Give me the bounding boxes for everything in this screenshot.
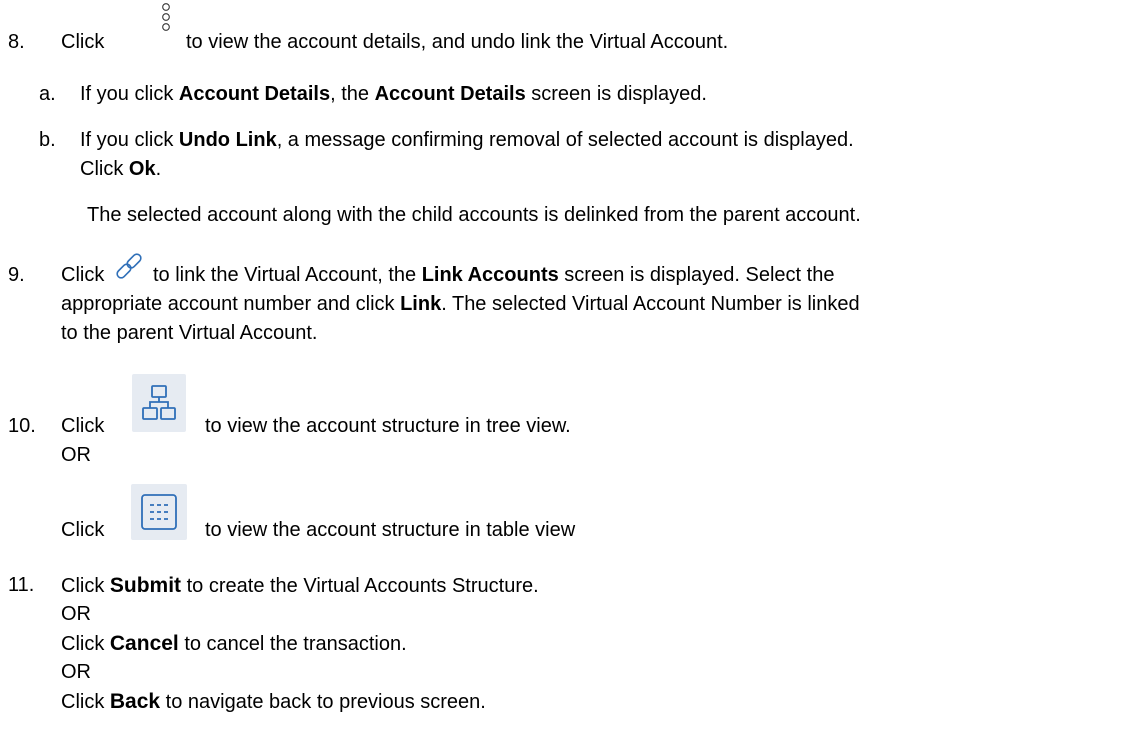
step-text: Click bbox=[61, 519, 105, 541]
bold-term: Link bbox=[400, 293, 442, 315]
or-text: OR bbox=[61, 661, 91, 683]
bold-term: Account Details bbox=[178, 83, 331, 105]
bold-term: Back bbox=[109, 690, 161, 713]
step-text: Click bbox=[61, 264, 105, 286]
step-text: Click bbox=[61, 415, 105, 437]
step-text: to view the account structure in tree vi… bbox=[205, 415, 571, 437]
bold-term: Ok bbox=[128, 158, 156, 180]
step-number: 9. bbox=[8, 264, 25, 286]
substep-marker: a. bbox=[39, 83, 56, 105]
step-text: Click Back to navigate back to previous … bbox=[61, 690, 486, 713]
or-text: OR bbox=[61, 603, 91, 625]
bold-term: Link Accounts bbox=[421, 264, 559, 286]
step-text: to view the account details, and undo li… bbox=[186, 31, 729, 53]
bold-term: Cancel bbox=[109, 632, 179, 655]
bold-term: Submit bbox=[109, 574, 182, 597]
step-text: to link the Virtual Account, the Link Ac… bbox=[153, 264, 835, 286]
step-text: appropriate account number and click Lin… bbox=[61, 293, 860, 315]
step-text: to the parent Virtual Account. bbox=[61, 322, 318, 344]
step-number: 11. bbox=[8, 574, 35, 596]
substep-b-text: If you click Undo Link, a message confir… bbox=[80, 129, 854, 151]
step-text: Click Cancel to cancel the transaction. bbox=[61, 632, 407, 655]
step-number: 8. bbox=[8, 31, 25, 53]
document-page: 8. Click to view the account details, an… bbox=[0, 0, 1136, 734]
step-text: to view the account structure in table v… bbox=[205, 519, 576, 541]
step-number: 10. bbox=[8, 415, 36, 437]
step-text: Click bbox=[61, 31, 105, 53]
tree-view-icon bbox=[132, 374, 186, 432]
or-text: OR bbox=[61, 444, 91, 466]
step-text: Click Submit to create the Virtual Accou… bbox=[61, 574, 539, 597]
bold-term: Account Details bbox=[374, 83, 526, 105]
bold-term: Undo Link bbox=[178, 129, 277, 151]
table-view-icon bbox=[131, 484, 187, 540]
kebab-vertical-icon bbox=[160, 2, 172, 44]
note-text: The selected account along with the chil… bbox=[87, 204, 861, 226]
substep-marker: b. bbox=[39, 129, 56, 151]
substep-b-text-line2: Click Ok. bbox=[80, 158, 162, 180]
substep-a-text: If you click Account Details, the Accoun… bbox=[80, 83, 707, 105]
link-icon bbox=[112, 251, 146, 291]
